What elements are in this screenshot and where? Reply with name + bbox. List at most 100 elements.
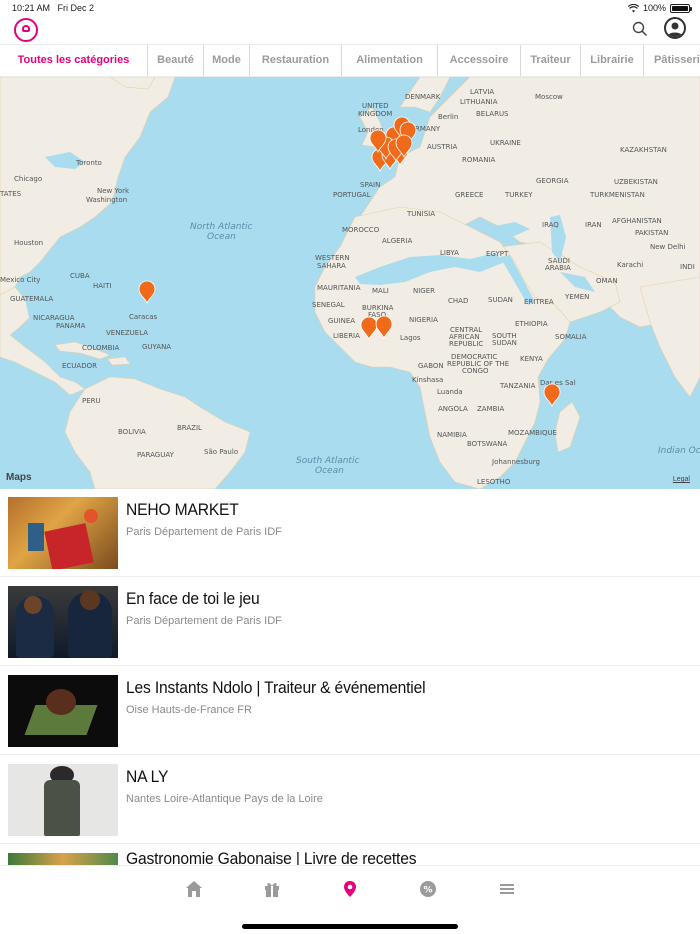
listing-title: Gastronomie Gabonaise | Livre de recette… [126,849,417,865]
listing-thumbnail [8,497,118,569]
tab-patisserie[interactable]: Pâtisseri [643,45,700,76]
map-label: NAMIBIA [437,431,467,439]
status-date: Fri Dec 2 [57,3,95,13]
listing-thumbnail [8,764,118,836]
tab-toutes-les-categories[interactable]: Toutes les catégories [0,45,147,76]
map-label: BELARUS [476,110,509,118]
map-label: ZAMBIA [477,405,504,413]
search-icon[interactable] [632,21,648,37]
map-label: ECUADOR [62,362,97,370]
status-bar: 10:21 AM Fri Dec 2 100% [0,0,700,16]
map-label: South Atlantic [296,456,359,466]
dish-food [46,689,76,715]
listing-location: Oise Hauts-de-France FR [126,704,252,716]
discount-icon[interactable]: % [419,880,437,898]
map-label: NIGERIA [409,316,438,324]
map-label: HAITI [93,282,111,290]
map-label: COLOMBIA [82,344,119,352]
legal-link[interactable]: Legal [673,476,690,483]
svg-text:%: % [423,886,432,896]
home-indicator [242,924,458,929]
map-label: GREECE [455,191,483,199]
tab-beaute[interactable]: Beauté [147,45,203,76]
list-item[interactable]: Les Instants Ndolo | Traiteur & événemen… [0,667,700,755]
home-icon[interactable] [185,880,203,898]
listing-location: Nantes Loire-Atlantique Pays de la Loire [126,793,323,805]
listing-list: NEHO MARKET Paris Département de Paris I… [0,489,700,865]
map-label: Johannesburg [491,458,540,466]
map-label: SAHARA [317,262,346,270]
battery-icon [670,3,692,13]
listing-title: NEHO MARKET [126,500,239,519]
tab-restauration[interactable]: Restauration [249,45,341,76]
map-label: LESOTHO [477,478,511,486]
face-left [24,596,42,614]
map-label: ROMANIA [462,156,496,164]
map-label: New Delhi [650,243,686,251]
map-label: BOLIVIA [118,428,146,436]
tab-traiteur[interactable]: Traiteur [520,45,580,76]
listing-thumbnail [8,586,118,658]
tab-mode[interactable]: Mode [203,45,249,76]
map-label: IRAQ [542,221,559,229]
map-label: WESTERN [315,254,350,262]
map-label: CUBA [70,272,90,280]
map-label: IRAN [585,221,602,229]
list-item[interactable]: NEHO MARKET Paris Département de Paris I… [0,489,700,577]
map-label: NICARAGUA [33,314,75,322]
map-label: KAZAKHSTAN [620,146,667,154]
map-label: LATVIA [470,88,494,96]
map-label: PANAMA [56,322,86,330]
map-label: SOMALIA [555,333,587,341]
map-label: RMANY [415,125,441,133]
map-label: BOTSWANA [467,440,507,448]
top-bar [0,16,700,44]
menu-icon[interactable] [498,880,516,898]
map-label: New York [97,187,130,195]
map-label: GUINEA [328,317,355,325]
map-label: AFGHANISTAN [612,217,662,225]
map-label: TURKMENISTAN [589,191,645,199]
listing-location: Paris Département de Paris IDF [126,615,282,627]
app-logo-icon[interactable] [14,18,38,42]
map-label: ETHIOPIA [515,320,548,328]
map-label: ALGERIA [382,237,412,245]
map-label: KENYA [520,355,543,363]
list-item[interactable]: Gastronomie Gabonaise | Livre de recette… [0,845,700,865]
map-label: Ocean [207,232,236,242]
map-label: Luanda [437,388,463,396]
map-label: REPUBLIC [449,340,483,348]
map-label: PARAGUAY [137,451,175,459]
gift-icon[interactable] [263,880,281,898]
map-label: ARABIA [545,264,571,272]
map-label: OMAN [596,277,618,285]
map-label: INDI [680,263,695,271]
tab-accessoire[interactable]: Accessoire [437,45,520,76]
map-pin-icon[interactable] [341,880,359,898]
list-item[interactable]: NA LY Nantes Loire-Atlantique Pays de la… [0,756,700,844]
battery-percent: 100% [642,3,666,13]
listing-title: En face de toi le jeu [126,589,260,608]
map-label: ERITREA [524,298,554,306]
listing-title: NA LY [126,767,169,786]
battery-fill [672,5,688,11]
map-label: EGYPT [486,250,509,258]
listing-thumbnail [8,853,118,865]
map-label: UKRAINE [490,139,521,147]
map-label: GUYANA [142,343,171,351]
map-label: UNITED [362,102,389,110]
map-label: CONGO [462,367,489,375]
map-label: GEORGIA [536,177,569,185]
product-box [44,523,94,569]
map-label: TUNISIA [406,210,435,218]
model-jacket [44,780,80,836]
map-view[interactable]: North Atlantic Ocean South Atlantic Ocea… [0,77,700,489]
map-label: Dar es Sal [540,379,576,387]
profile-button[interactable] [664,17,686,39]
map-label: Indian Oc [658,446,700,456]
tab-librairie[interactable]: Librairie [580,45,643,76]
map-label: Houston [14,239,43,247]
tab-alimentation[interactable]: Alimentation [341,45,437,76]
list-item[interactable]: En face de toi le jeu Paris Département … [0,578,700,666]
product-fruit [84,509,98,523]
